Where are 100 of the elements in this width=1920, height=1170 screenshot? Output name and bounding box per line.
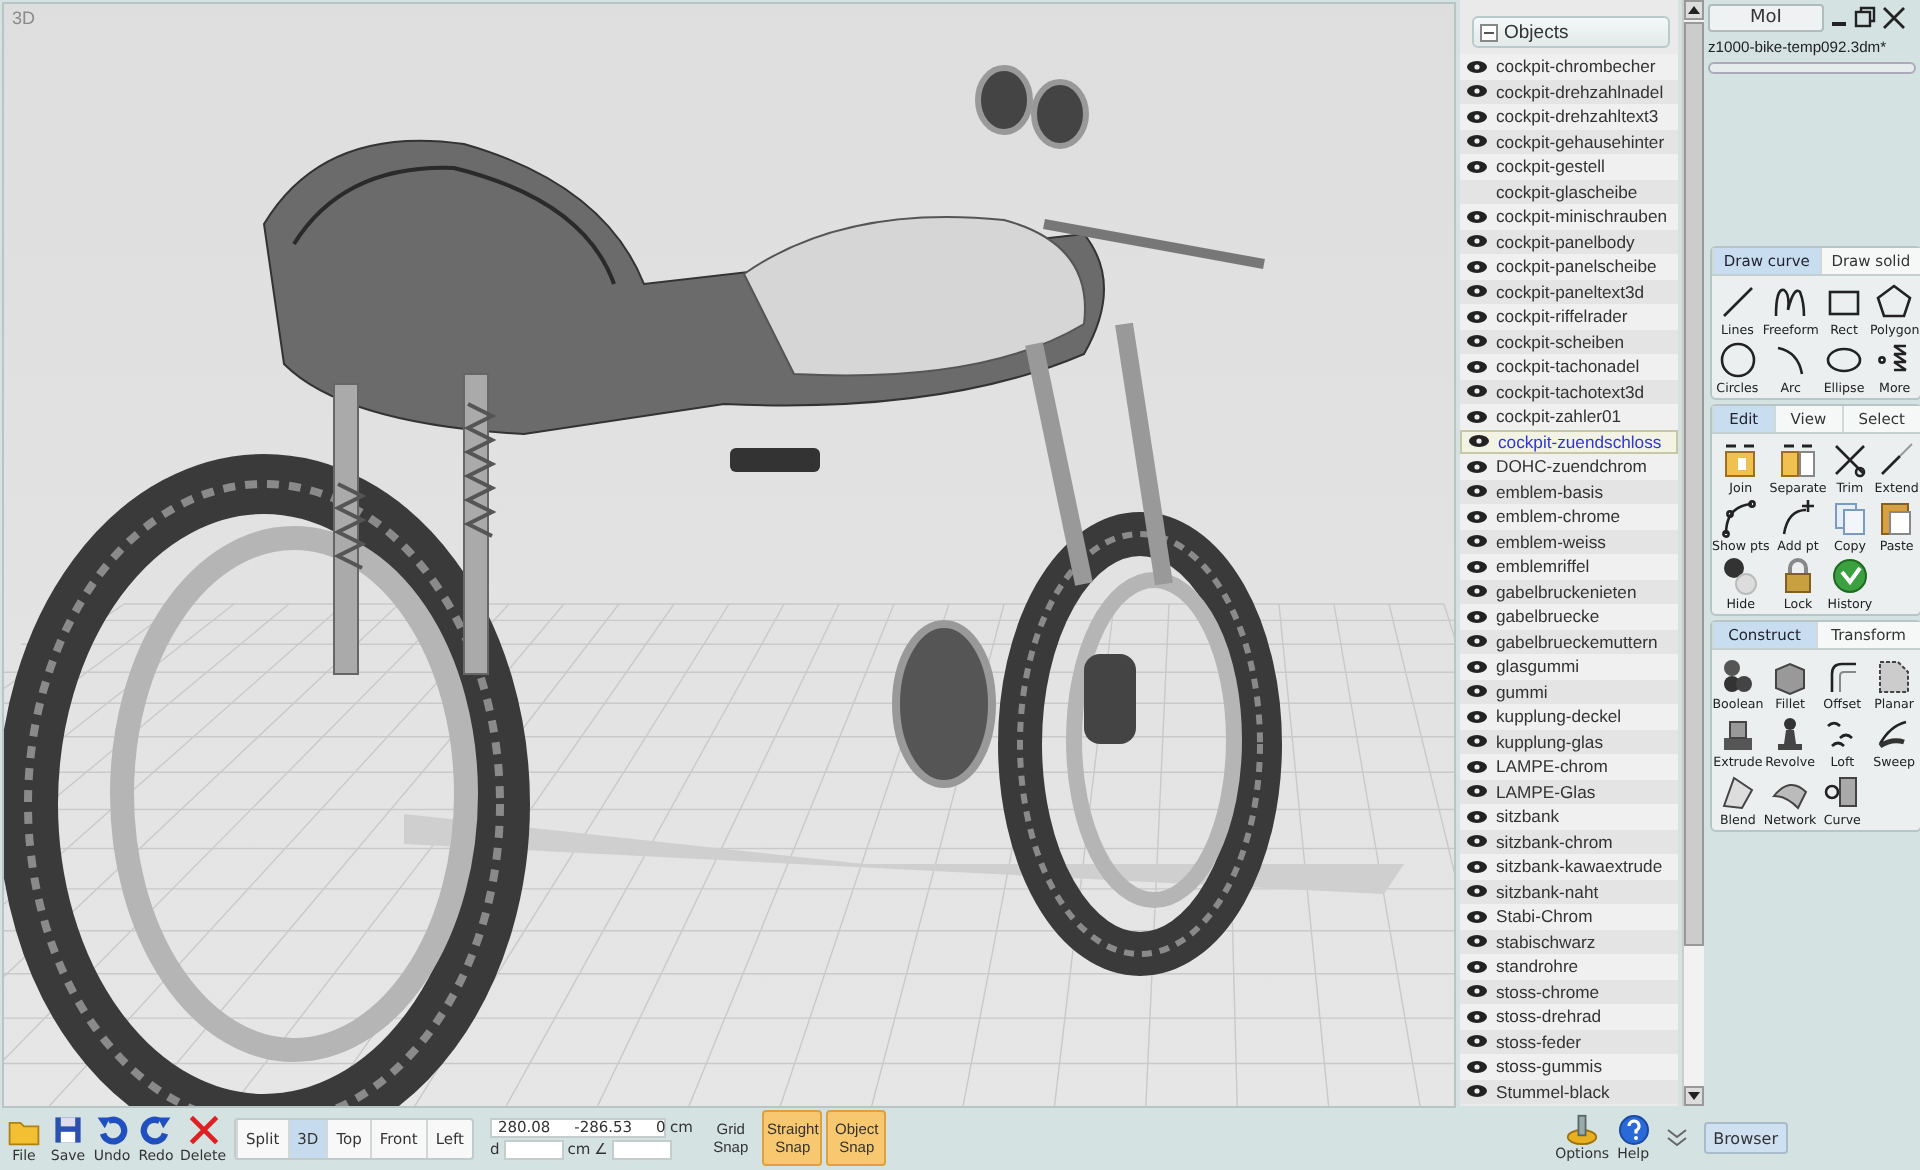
scroll-down-icon[interactable] <box>1688 1092 1701 1100</box>
scroll-up-icon[interactable] <box>1688 6 1701 14</box>
extend-line-icon <box>1876 440 1917 480</box>
object-list-item[interactable]: cockpit-gehausehinter <box>1460 129 1679 154</box>
eye-icon[interactable] <box>1464 108 1490 125</box>
restore-icon[interactable] <box>1854 6 1876 28</box>
object-list-item[interactable]: sitzbank-naht <box>1460 879 1679 904</box>
angle-field[interactable] <box>611 1139 672 1159</box>
clipboard-icon <box>1876 498 1917 538</box>
object-list-item[interactable]: sitzbank <box>1460 804 1679 829</box>
object-list-item[interactable]: gummi <box>1460 679 1679 704</box>
object-list-item[interactable]: glasgummi <box>1460 654 1679 679</box>
object-list-item[interactable]: cockpit-panelscheibe <box>1460 254 1679 279</box>
eye-icon[interactable] <box>1464 858 1490 875</box>
objects-header[interactable]: Objects <box>1472 16 1671 48</box>
eye-icon[interactable] <box>1464 58 1490 75</box>
object-list-item[interactable]: Stabi-Chrom <box>1460 904 1679 929</box>
browser-button[interactable]: Browser <box>1703 1122 1788 1154</box>
eye-icon[interactable] <box>1464 783 1490 800</box>
object-list-item[interactable]: cockpit-zahler01 <box>1460 404 1679 429</box>
eye-icon[interactable] <box>1464 1008 1490 1025</box>
eye-icon[interactable] <box>1464 883 1490 900</box>
eye-icon[interactable] <box>1464 733 1490 750</box>
eye-icon[interactable] <box>1464 1058 1490 1075</box>
eye-icon[interactable] <box>1464 458 1490 475</box>
object-list-item[interactable]: Stummel-black <box>1460 1079 1679 1104</box>
object-list-item[interactable]: emblem-basis <box>1460 479 1679 504</box>
object-list-item[interactable]: LAMPE-chrom <box>1460 754 1679 779</box>
eye-icon[interactable] <box>1464 83 1490 100</box>
eye-icon[interactable] <box>1464 958 1490 975</box>
object-list-item[interactable]: DOHC-zuendchrom <box>1460 454 1679 479</box>
cross-icon <box>185 1112 221 1148</box>
eye-icon[interactable] <box>1464 833 1490 850</box>
object-list-item[interactable]: emblem-weiss <box>1460 529 1679 554</box>
object-list-item[interactable]: cockpit-panelbody <box>1460 229 1679 254</box>
object-list-item[interactable]: stoss-feder <box>1460 1029 1679 1054</box>
eye-icon[interactable] <box>1464 808 1490 825</box>
eye-icon[interactable] <box>1464 408 1490 425</box>
eye-icon[interactable] <box>1464 508 1490 525</box>
object-list-item[interactable]: cockpit-glascheibe <box>1460 179 1679 204</box>
distance-field[interactable] <box>503 1139 564 1159</box>
eye-icon[interactable] <box>1464 758 1490 775</box>
object-list-item[interactable]: stoss-gummis <box>1460 1054 1679 1079</box>
eye-icon[interactable] <box>1464 658 1490 675</box>
eye-icon[interactable] <box>1464 133 1490 150</box>
collapse-icon[interactable] <box>1480 23 1498 41</box>
eye-icon[interactable] <box>1464 208 1490 225</box>
object-list-item[interactable]: sitzbank-kawaextrude <box>1460 854 1679 879</box>
object-list-item[interactable]: standrohre <box>1460 954 1679 979</box>
object-list-item[interactable]: gabelbruecke <box>1460 604 1679 629</box>
object-list-item[interactable]: kupplung-deckel <box>1460 704 1679 729</box>
eye-icon[interactable] <box>1464 558 1490 575</box>
object-list-item[interactable]: stabischwarz <box>1460 929 1679 954</box>
eye-icon[interactable] <box>1464 358 1490 375</box>
eye-icon[interactable] <box>1464 908 1490 925</box>
object-list-item[interactable]: cockpit-paneltext3d <box>1460 279 1679 304</box>
object-list-item[interactable]: stoss-chrome <box>1460 979 1679 1004</box>
eye-icon[interactable] <box>1464 708 1490 725</box>
close-icon[interactable] <box>1882 5 1906 29</box>
object-list-item[interactable]: emblemriffel <box>1460 554 1679 579</box>
eye-icon[interactable] <box>1466 433 1492 450</box>
object-list-item[interactable]: cockpit-drehzahltext3 <box>1460 104 1679 129</box>
eye-icon[interactable] <box>1464 933 1490 950</box>
eye-icon[interactable] <box>1464 333 1490 350</box>
eye-icon[interactable] <box>1464 283 1490 300</box>
eye-icon[interactable] <box>1464 1083 1490 1100</box>
object-list-item[interactable]: cockpit-riffelrader <box>1460 304 1679 329</box>
eye-icon[interactable] <box>1464 1033 1490 1050</box>
eye-icon[interactable] <box>1464 383 1490 400</box>
app-menu-button[interactable]: MoI <box>1708 3 1824 31</box>
object-list-item[interactable]: cockpit-tachonadel <box>1460 354 1679 379</box>
scrollbar[interactable] <box>1682 0 1704 1106</box>
eye-icon[interactable] <box>1464 308 1490 325</box>
object-list-item[interactable]: gabelbrueckemuttern <box>1460 629 1679 654</box>
object-list-item[interactable]: sitzbank-chrom <box>1460 829 1679 854</box>
eye-icon[interactable] <box>1464 158 1490 175</box>
object-list-item[interactable]: cockpit-gestell <box>1460 154 1679 179</box>
object-list-item[interactable]: emblem-chrome <box>1460 504 1679 529</box>
eye-icon[interactable] <box>1464 983 1490 1000</box>
eye-icon[interactable] <box>1464 633 1490 650</box>
object-list-item[interactable]: cockpit-drehzahlnadel <box>1460 79 1679 104</box>
object-list-item[interactable]: gabelbruckenieten <box>1460 579 1679 604</box>
object-list-item[interactable]: LAMPE-Glas <box>1460 779 1679 804</box>
object-list-item[interactable]: cockpit-zuendschloss <box>1460 429 1679 454</box>
eye-icon[interactable] <box>1464 483 1490 500</box>
eye-icon[interactable] <box>1464 533 1490 550</box>
object-list-item[interactable]: kupplung-glas <box>1460 729 1679 754</box>
object-list-item[interactable]: cockpit-minischrauben <box>1460 204 1679 229</box>
eye-icon[interactable] <box>1464 233 1490 250</box>
eye-icon[interactable] <box>1464 608 1490 625</box>
eye-icon[interactable] <box>1464 583 1490 600</box>
eye-icon[interactable] <box>1464 258 1490 275</box>
object-list-item[interactable]: cockpit-tachotext3d <box>1460 379 1679 404</box>
checkmark-circle-icon <box>1829 556 1870 596</box>
object-list-item[interactable]: stoss-drehrad <box>1460 1004 1679 1029</box>
blend-icon <box>1717 772 1758 812</box>
object-list-item[interactable]: cockpit-chrombecher <box>1460 54 1679 79</box>
eye-icon[interactable] <box>1464 683 1490 700</box>
chevron-down-icon[interactable] <box>1665 1128 1688 1148</box>
object-list-item[interactable]: cockpit-scheiben <box>1460 329 1679 354</box>
